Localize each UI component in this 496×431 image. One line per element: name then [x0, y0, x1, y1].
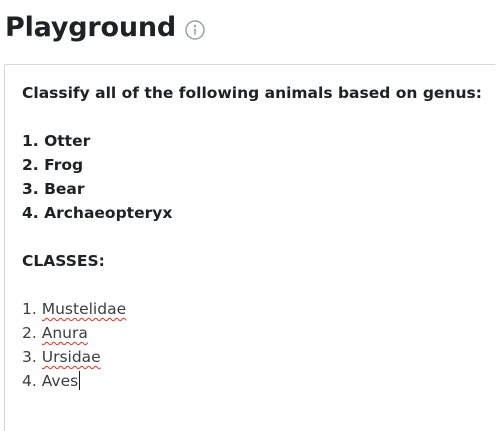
animal-number: 1.: [22, 132, 39, 150]
completion-number: 3.: [22, 348, 37, 366]
prompt-instruction: Classify all of the following animals ba…: [22, 84, 482, 102]
animal-name: Frog: [44, 156, 84, 174]
animal-item: 3. Bear: [22, 177, 479, 201]
completion-number: 1.: [22, 300, 37, 318]
animal-name: Otter: [44, 132, 91, 150]
completion-item: 2. Anura: [22, 321, 479, 345]
animal-item: 2. Frog: [22, 153, 479, 177]
completion-class-name: Mustelidae: [41, 300, 127, 318]
animal-number: 2.: [22, 156, 39, 174]
prompt-editor[interactable]: Classify all of the following animals ba…: [4, 64, 496, 431]
animal-item: 1. Otter: [22, 129, 479, 153]
completion-class-name: Aves: [41, 372, 79, 390]
completion-class-name: Anura: [41, 324, 88, 342]
animal-name: Archaeopteryx: [44, 204, 173, 222]
animal-number: 4.: [22, 204, 39, 222]
classes-heading: CLASSES:: [22, 252, 105, 270]
animal-number: 3.: [22, 180, 39, 198]
completion-number: 2.: [22, 324, 37, 342]
completion-number: 4.: [22, 372, 37, 390]
page-title: Playground: [5, 12, 176, 43]
completion-item: 1. Mustelidae: [22, 297, 479, 321]
completion-item: 4. Aves: [22, 369, 479, 393]
animal-name: Bear: [44, 180, 85, 198]
info-icon[interactable]: [184, 19, 206, 41]
completion-class-name: Ursidae: [41, 348, 101, 366]
text-cursor: [79, 371, 81, 390]
completion-item: 3. Ursidae: [22, 345, 479, 369]
animal-item: 4. Archaeopteryx: [22, 201, 479, 225]
page-header: Playground: [5, 6, 206, 50]
